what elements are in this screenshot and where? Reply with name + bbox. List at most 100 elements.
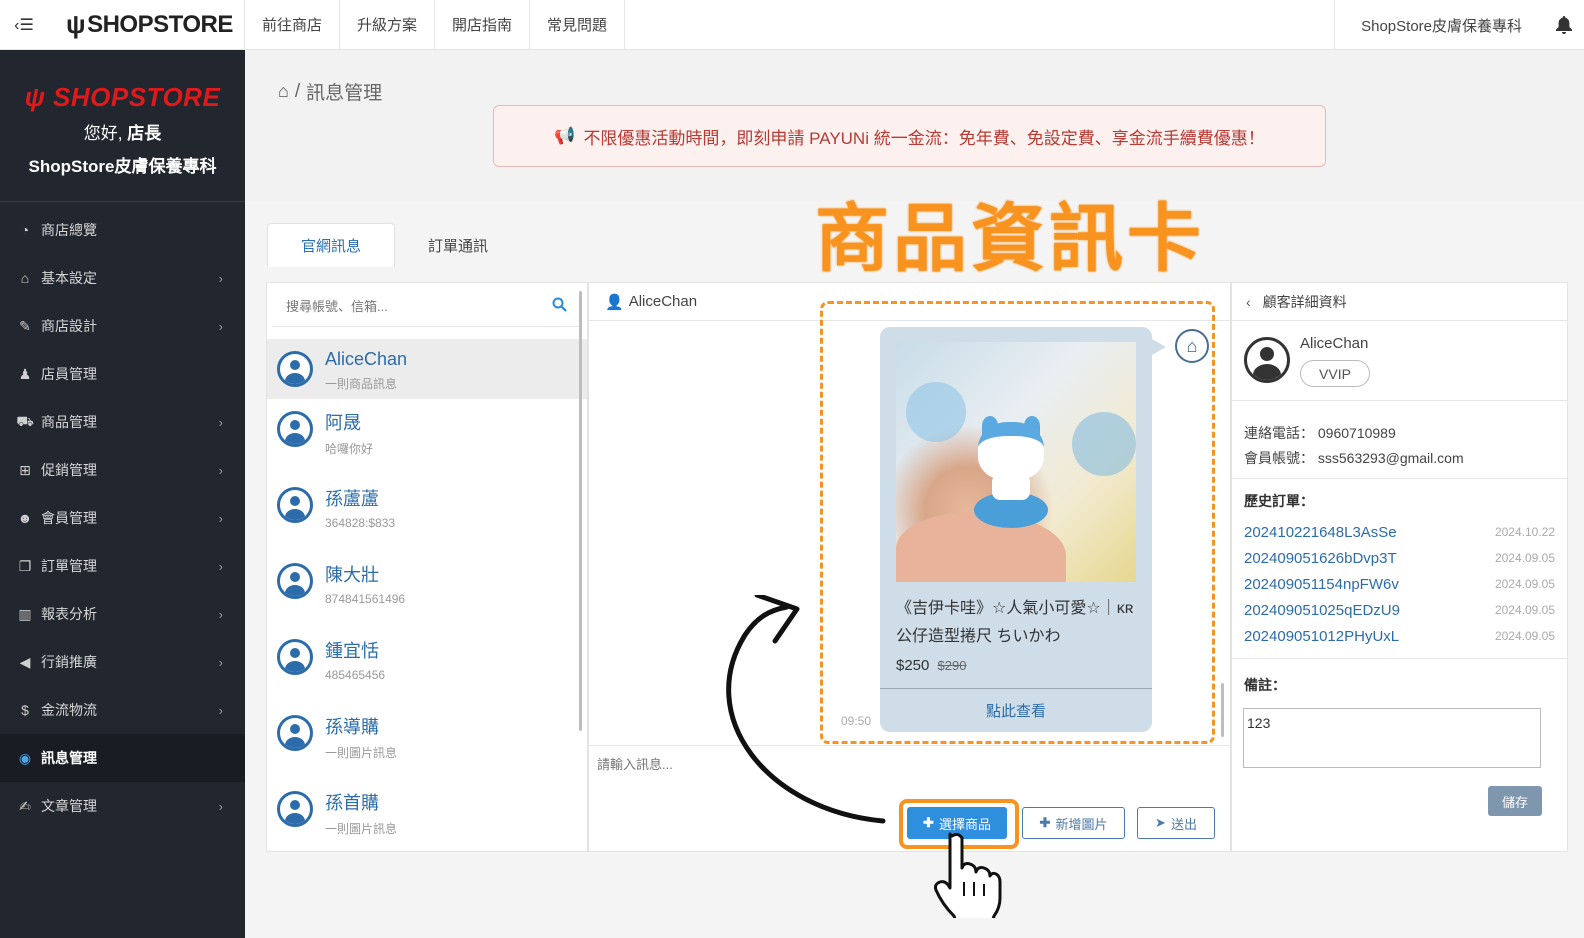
account-value: sss563293@gmail.com <box>1317 450 1464 466</box>
sidebar-item-bank[interactable]: ⌂ 基本設定 › <box>0 254 245 302</box>
user-list: AliceChan 一則商品訊息 阿晟 哈囉你好孫蘆蘆 364828:$833 陳大壯 87… <box>267 339 587 851</box>
user-list-item[interactable]: 陳大壯 874841561496 <box>267 551 587 627</box>
user-list-panel: AliceChan 一則商品訊息阿晟哈囉你好孫蘆蘆 364828:$833 陳大壯 87… <box>266 282 588 852</box>
user-list-item[interactable]: 孫首購 一則圖片訊息 <box>267 779 587 851</box>
image-bokeh <box>906 382 966 442</box>
promo-text: 不限優惠活動時間，即刻申請 PAYUNi 統一金流：免年費、免設定費、享金流手續… <box>583 128 1265 148</box>
message-composer: ✚ 選擇商品 ✚ 新增圖片 ➤ 送出 <box>589 745 1230 851</box>
sidebar-logo[interactable]: ψ SHOPSTORE <box>0 82 245 113</box>
sidebar-item-user-secret[interactable]: ♟ 店員管理 <box>0 350 245 398</box>
order-date: 2024.10.22 <box>1494 525 1555 539</box>
send-button[interactable]: ➤ 送出 <box>1137 807 1215 839</box>
gift-icon: ⊞ <box>19 461 31 478</box>
order-id-link[interactable]: 202410221648L3AsSe <box>1244 524 1397 541</box>
greeting: 您好, 店長 <box>0 119 245 144</box>
user-info: 孫蘆蘆 364828:$833 <box>325 485 395 530</box>
sidebar-item-cart[interactable]: ⛟ 商品管理 › <box>0 398 245 446</box>
order-history-title: 歷史訂單： <box>1244 493 1314 509</box>
message-tabs: 官網訊息 訂單通訊 <box>267 223 521 267</box>
top-right: ShopStore皮膚保養專科 <box>1334 0 1584 50</box>
chevron-right-icon: › <box>218 270 223 286</box>
user-list-item[interactable]: 孫導購 一則圖片訊息 <box>267 703 587 779</box>
image-hand <box>896 512 1066 582</box>
message-area: 《吉伊卡哇》☆人氣小可愛☆｜ᴋʀ公仔造型捲尺 ちいかわ $250 $290 點此… <box>589 301 1230 745</box>
customer-contact: 連絡電話： 0960710989 會員帳號： sss563293@gmail.c… <box>1232 401 1567 479</box>
product-image[interactable] <box>896 342 1136 582</box>
breadcrumb: ⌂ / 訊息管理 <box>278 78 382 105</box>
image-toy-head <box>978 422 1044 480</box>
promo-banner[interactable]: 📢 不限優惠活動時間，即刻申請 PAYUNi 統一金流：免年費、免設定費、享金流… <box>493 105 1326 167</box>
brand-logo[interactable]: ψ SHOPSTORE <box>48 0 248 50</box>
top-nav-go-store[interactable]: 前往商店 <box>244 0 339 50</box>
save-note-button[interactable]: 儲存 <box>1488 786 1542 816</box>
tab-order-messages[interactable]: 訂單通訊 <box>395 223 521 267</box>
breadcrumb-current: 訊息管理 <box>306 83 383 104</box>
chevron-right-icon: › <box>218 462 223 478</box>
sidebar-item-label: 文章管理 <box>41 798 97 814</box>
sidebar-item-users[interactable]: ☻ 會員管理 › <box>0 494 245 542</box>
top-nav: 前往商店 升級方案 開店指南 常見問題 <box>244 0 626 50</box>
order-id-link[interactable]: 202409051025qEDzU9 <box>1244 602 1400 619</box>
home-icon[interactable]: ⌂ <box>278 81 289 102</box>
sidebar-item-wand[interactable]: ✎ 商店設計 › <box>0 302 245 350</box>
user-search-input[interactable] <box>286 299 526 314</box>
logo-mark-icon: ψ <box>66 9 86 39</box>
sidebar-item-label: 商店設計 <box>41 318 97 334</box>
chevron-right-icon: › <box>218 510 223 526</box>
user-name: 孫首購 <box>325 793 379 813</box>
order-date: 2024.09.05 <box>1494 551 1555 565</box>
search-icon[interactable] <box>552 297 567 316</box>
chevron-right-icon: › <box>218 414 223 430</box>
chevron-left-icon[interactable]: ‹ <box>1246 294 1251 310</box>
top-nav-upgrade[interactable]: 升級方案 <box>339 0 434 50</box>
order-id-link[interactable]: 202409051626bDvp3T <box>1244 550 1397 567</box>
menu-toggle-icon[interactable]: ‹☰ <box>0 0 48 50</box>
sidebar-logo-text: SHOPSTORE <box>53 82 221 112</box>
sidebar-item-bar-chart[interactable]: ▥ 報表分析 › <box>0 590 245 638</box>
order-row: 202409051025qEDzU9 2024.09.05 <box>1244 597 1555 623</box>
sidebar-item-label: 行銷推廣 <box>41 654 97 670</box>
chevron-right-icon: › <box>218 606 223 622</box>
user-info: 孫首購 一則圖片訊息 <box>325 789 397 837</box>
chat-panel: 👤 AliceChan 《吉伊卡哇》☆人氣小可愛☆｜ᴋʀ公仔造型捲尺 ちいかわ <box>588 282 1231 852</box>
select-product-label: 選擇商品 <box>938 816 991 832</box>
add-image-button[interactable]: ✚ 新增圖片 <box>1022 807 1125 839</box>
tab-site-messages[interactable]: 官網訊息 <box>267 223 396 267</box>
sidebar-item-label: 商店總覽 <box>41 222 97 238</box>
user-list-scrollbar[interactable] <box>579 291 582 731</box>
order-id-link[interactable]: 202409051012PHyUxL <box>1244 628 1399 645</box>
order-history-list: 202410221648L3AsSe 2024.10.22 202409051626… <box>1232 519 1567 659</box>
user-name: 孫蘆蘆 <box>325 489 379 509</box>
sidebar-item-label: 店員管理 <box>41 366 97 382</box>
order-row: 202409051012PHyUxL 2024.09.05 <box>1244 623 1555 649</box>
view-product-link[interactable]: 點此查看 <box>880 688 1152 732</box>
chevron-right-icon: › <box>218 318 223 334</box>
image-bokeh <box>1072 412 1136 476</box>
store-switcher[interactable]: ShopStore皮膚保養專科 <box>1334 0 1544 50</box>
order-id-link[interactable]: 202409051154npFW6v <box>1244 576 1399 593</box>
user-list-item[interactable]: AliceChan 一則商品訊息 <box>267 339 587 399</box>
user-last-message: 一則商品訊息 <box>325 377 398 391</box>
dollar-icon: $ <box>21 702 29 718</box>
user-list-item[interactable]: 孫蘆蘆 364828:$833 <box>267 475 587 551</box>
bell-icon[interactable] <box>1544 16 1584 34</box>
sidebar-item-edit[interactable]: ✍ 文章管理 › <box>0 782 245 830</box>
sidebar-item-dashboard[interactable]: ◔ 商店總覽 <box>0 206 245 254</box>
user-info: 孫導購 一則圖片訊息 <box>325 713 397 761</box>
user-list-item[interactable]: 阿晟 哈囉你好 <box>267 399 587 475</box>
top-nav-guide[interactable]: 開店指南 <box>434 0 529 50</box>
user-avatar-icon <box>277 351 313 387</box>
chat-scrollbar-thumb[interactable] <box>1221 683 1224 737</box>
sidebar-item-dollar[interactable]: $ 金流物流 › <box>0 686 245 734</box>
product-original-price: $290 <box>937 658 967 673</box>
sidebar-item-comments[interactable]: ◉ 訊息管理 <box>0 734 245 782</box>
plus-icon: ✚ <box>1039 815 1051 830</box>
sidebar-item-gift[interactable]: ⊞ 促銷管理 › <box>0 446 245 494</box>
sidebar-item-bullhorn[interactable]: ◀ 行銷推廣 › <box>0 638 245 686</box>
user-list-item[interactable]: 鍾宜恬 485465456 <box>267 627 587 703</box>
top-nav-faq[interactable]: 常見問題 <box>529 0 626 50</box>
sidebar-item-copy[interactable]: ❐ 訂單管理 › <box>0 542 245 590</box>
note-textarea[interactable] <box>1243 708 1541 768</box>
product-card-message[interactable]: 《吉伊卡哇》☆人氣小可愛☆｜ᴋʀ公仔造型捲尺 ちいかわ $250 $290 點此… <box>880 327 1166 732</box>
chat-scrollbar[interactable] <box>1221 325 1224 739</box>
